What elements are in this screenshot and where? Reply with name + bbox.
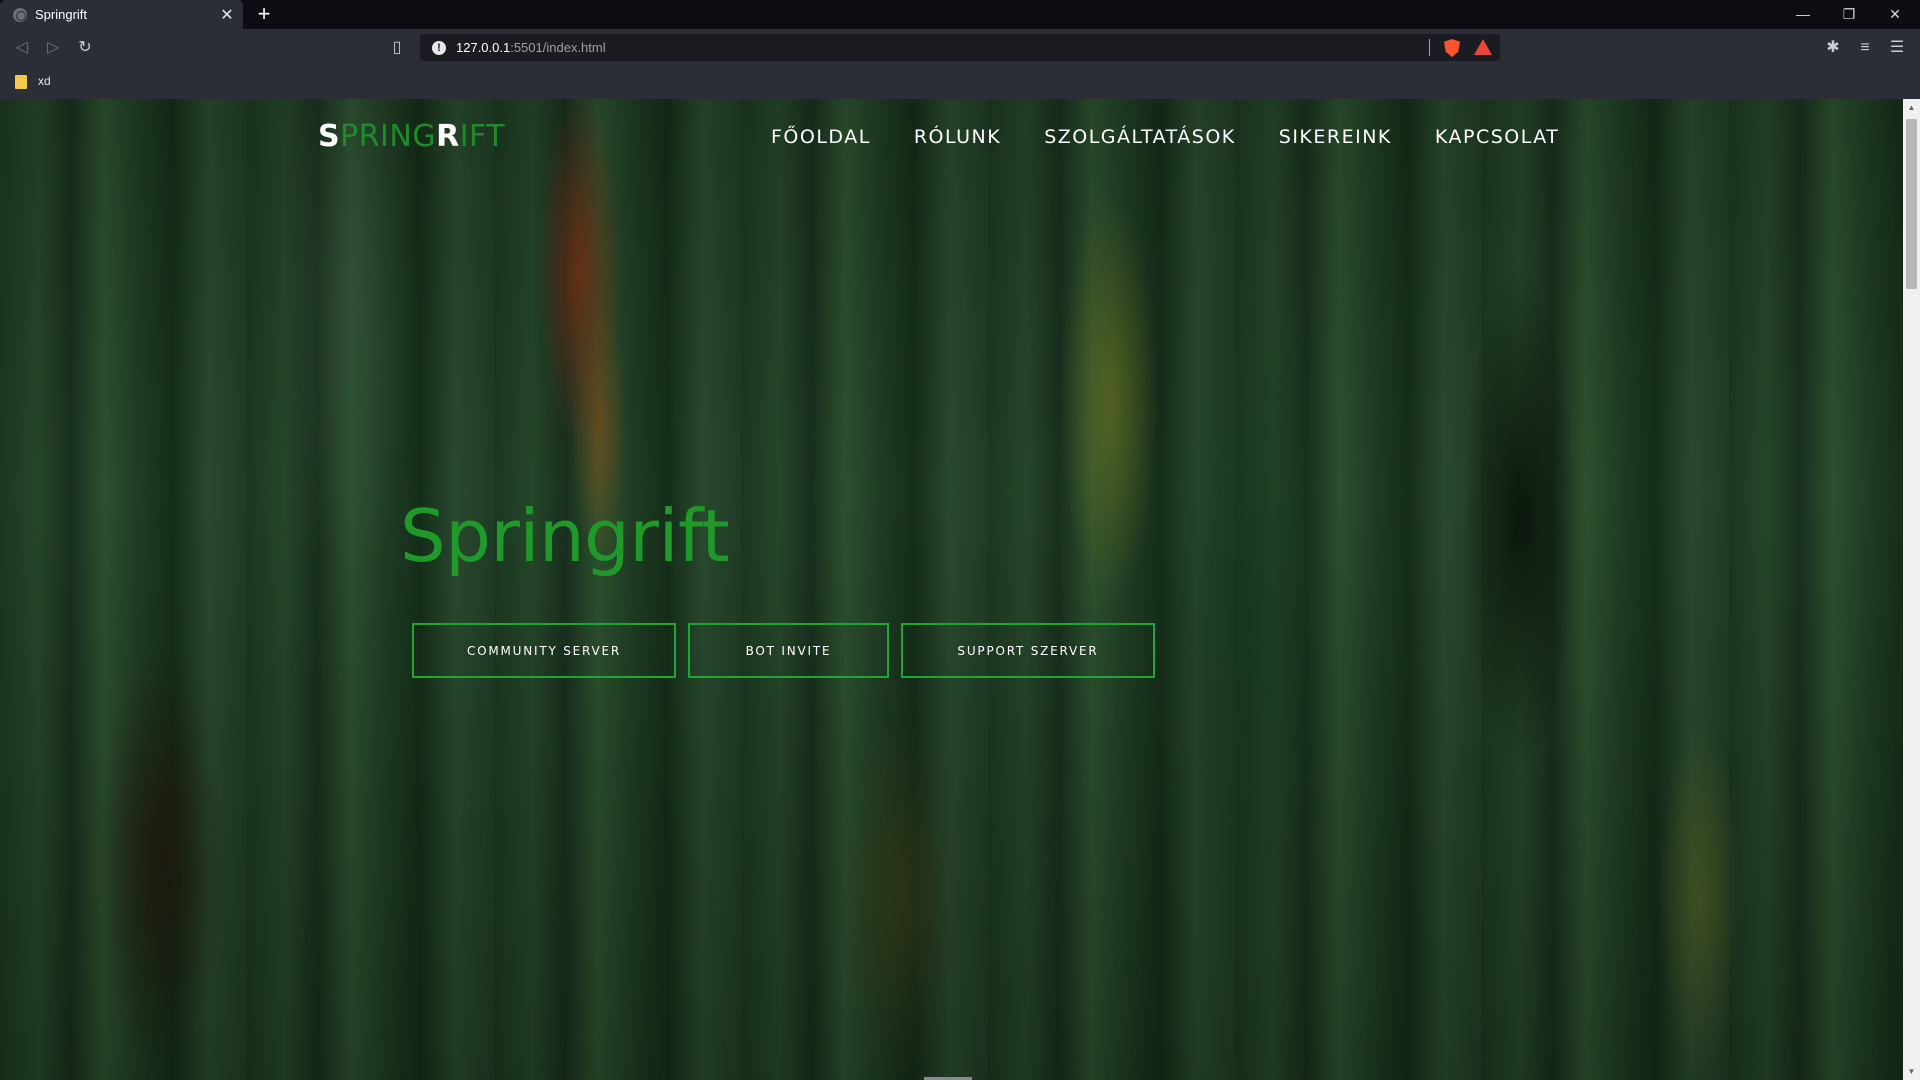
extensions-icon[interactable]: ✱	[1820, 35, 1846, 61]
bookmark-item-xd[interactable]: xd	[38, 74, 51, 88]
scrollbar-thumb[interactable]	[1906, 119, 1917, 289]
site-info-icon[interactable]: !	[432, 40, 446, 55]
reload-icon[interactable]: ↻	[72, 35, 98, 61]
restore-button[interactable]: ❐	[1826, 0, 1872, 29]
forward-icon[interactable]: ▷	[40, 35, 66, 61]
scroll-up-icon[interactable]: ▲	[1903, 99, 1920, 116]
hero-buttons: COMMUNITY SERVER BOT INVITE SUPPORT SZER…	[412, 623, 1167, 678]
tab-title: Springrift	[35, 7, 88, 22]
url-path: :5501/index.html	[510, 40, 606, 55]
nav-link-fooldal[interactable]: FŐOLDAL	[771, 126, 871, 148]
scroll-down-icon[interactable]: ▼	[1903, 1063, 1920, 1080]
logo-letter-s: S	[318, 119, 341, 154]
vertical-scrollbar[interactable]: ▲ ▼	[1903, 99, 1920, 1080]
logo-text-pring: PRING	[340, 119, 437, 154]
tab-close-icon[interactable]: ✕	[217, 5, 237, 25]
nav-link-sikereink[interactable]: SIKEREINK	[1279, 126, 1392, 148]
bookmarks-bar: xd	[0, 66, 1920, 99]
brave-shields-icon[interactable]	[1444, 39, 1460, 57]
globe-icon	[13, 7, 27, 22]
nav-link-kapcsolat[interactable]: KAPCSOLAT	[1435, 126, 1560, 148]
nav-link-szolgaltatasok[interactable]: SZOLGÁLTATÁSOK	[1044, 126, 1236, 148]
minimize-button[interactable]: —	[1780, 0, 1826, 29]
bot-invite-button[interactable]: BOT INVITE	[688, 623, 889, 678]
url-host: 127.0.0.1	[456, 40, 511, 55]
bookmark-folder-icon	[15, 75, 27, 89]
browser-tab-strip: Springrift ✕ + — ❐ ✕	[0, 0, 1920, 29]
browser-toolbar: ◁ ▷ ↻ ▯ ! 127.0.0.1:5501/index.html ✱ ≡ …	[0, 29, 1920, 66]
reading-list-icon[interactable]: ≡	[1852, 35, 1878, 61]
community-server-button[interactable]: COMMUNITY SERVER	[412, 623, 676, 678]
bookmark-icon[interactable]: ▯	[384, 35, 410, 61]
site-navbar: SPRINGRIFT FŐOLDAL RÓLUNK SZOLGÁLTATÁSOK…	[0, 99, 1903, 179]
url-divider	[1429, 39, 1430, 56]
logo-text-ift: IFT	[459, 119, 506, 154]
menu-icon[interactable]: ☰	[1884, 35, 1910, 61]
hero-title: Springrift	[400, 494, 730, 578]
brave-rewards-icon[interactable]	[1474, 39, 1492, 55]
new-tab-button[interactable]: +	[253, 3, 275, 25]
address-bar[interactable]: ! 127.0.0.1:5501/index.html	[420, 34, 1500, 61]
back-icon[interactable]: ◁	[9, 35, 35, 61]
nav-link-rolunk[interactable]: RÓLUNK	[914, 126, 1001, 148]
logo-letter-r: R	[436, 119, 460, 154]
page-viewport: SPRINGRIFT FŐOLDAL RÓLUNK SZOLGÁLTATÁSOK…	[0, 99, 1903, 1080]
support-server-button[interactable]: SUPPORT SZERVER	[901, 623, 1155, 678]
nav-links: FŐOLDAL RÓLUNK SZOLGÁLTATÁSOK SIKEREINK …	[771, 126, 1602, 148]
browser-tab[interactable]: Springrift ✕	[0, 0, 243, 29]
site-logo[interactable]: SPRINGRIFT	[318, 119, 505, 154]
close-window-button[interactable]: ✕	[1872, 0, 1918, 29]
